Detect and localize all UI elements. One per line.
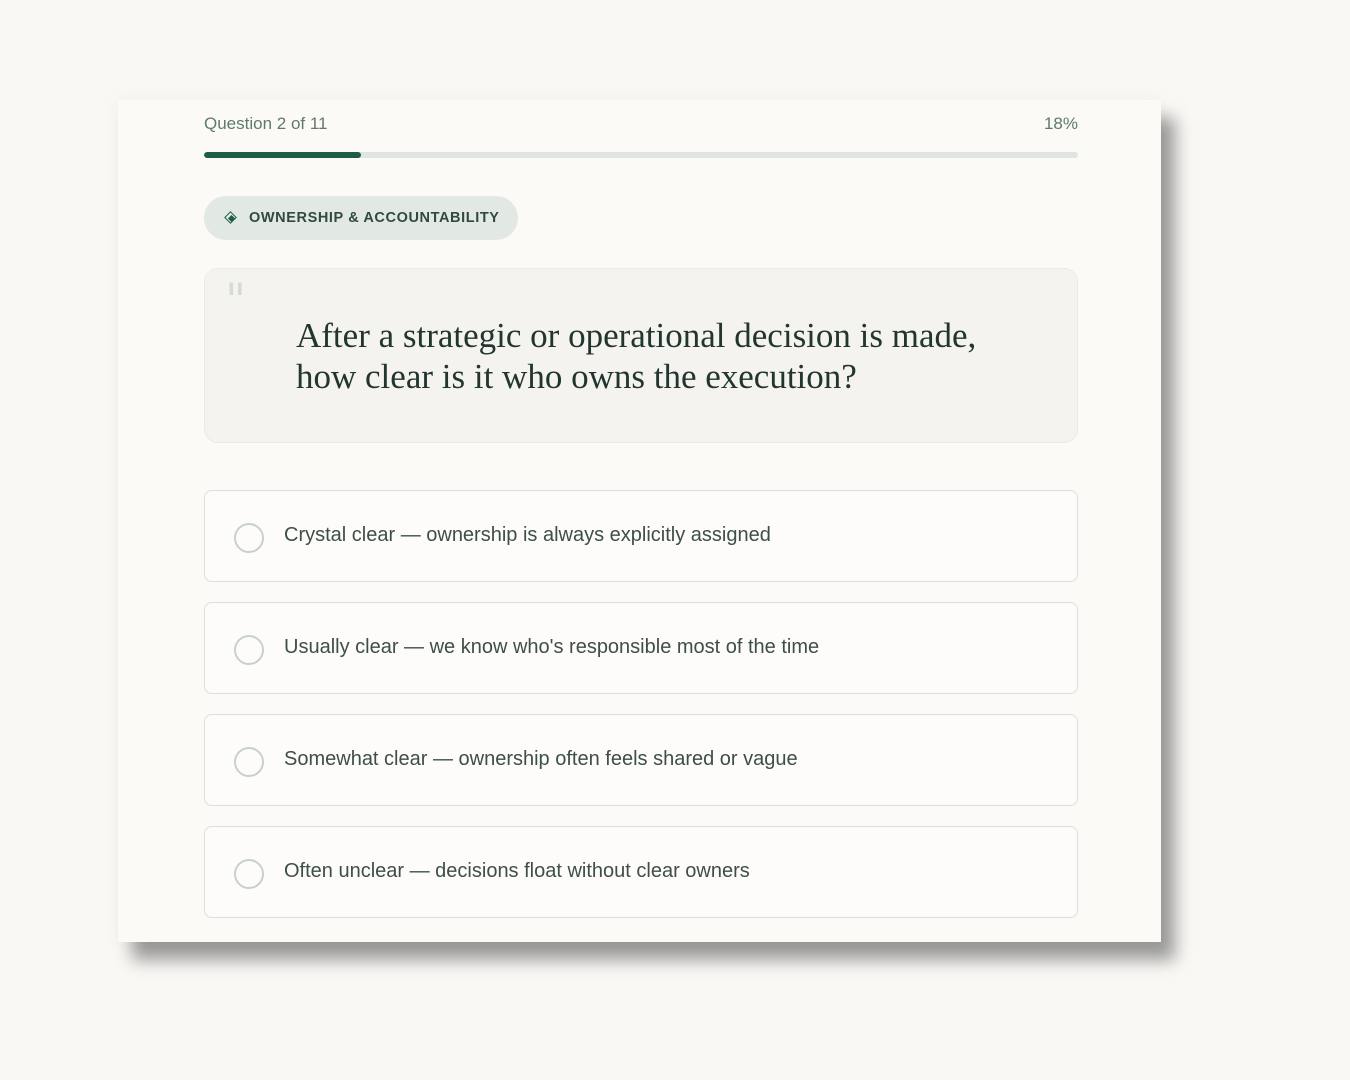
progress-bar (204, 152, 1078, 158)
survey-card: Question 2 of 11 18% OWNERSHIP & ACCOUNT… (118, 100, 1161, 942)
radio-button[interactable] (234, 859, 264, 889)
progress-percent: 18% (1043, 114, 1078, 133)
question-line-1: After a strategic or operational decisio… (296, 316, 977, 355)
answer-option-2[interactable]: Usually clear — we know who's responsibl… (204, 602, 1078, 694)
progress-bar-fill (204, 152, 362, 158)
question-counter: Question 2 of 11 (204, 114, 328, 133)
category-badge: OWNERSHIP & ACCOUNTABILITY (204, 196, 518, 240)
option-label: Crystal clear — ownership is always expl… (284, 523, 771, 546)
option-label: Usually clear — we know who's responsibl… (284, 635, 820, 658)
answer-option-3[interactable]: Somewhat clear — ownership often feels s… (204, 714, 1078, 806)
radio-button[interactable] (234, 635, 264, 665)
radio-button[interactable] (234, 747, 264, 777)
quote-icon: " (225, 273, 247, 327)
radio-button[interactable] (234, 523, 264, 553)
option-label: Often unclear — decisions float without … (284, 859, 750, 882)
progress-header: Question 2 of 11 18% (204, 114, 1078, 134)
answer-option-4[interactable]: Often unclear — decisions float without … (204, 826, 1078, 918)
answer-option-1[interactable]: Crystal clear — ownership is always expl… (204, 490, 1078, 582)
question-text: After a strategic or operational decisio… (296, 315, 1056, 397)
answer-options: Crystal clear — ownership is always expl… (204, 490, 1078, 938)
diamond-icon (224, 211, 239, 226)
question-line-2: how clear is it who owns the execution? (296, 357, 857, 396)
question-card: " After a strategic or operational decis… (204, 268, 1078, 443)
category-label: OWNERSHIP & ACCOUNTABILITY (249, 210, 500, 226)
option-label: Somewhat clear — ownership often feels s… (284, 747, 798, 770)
